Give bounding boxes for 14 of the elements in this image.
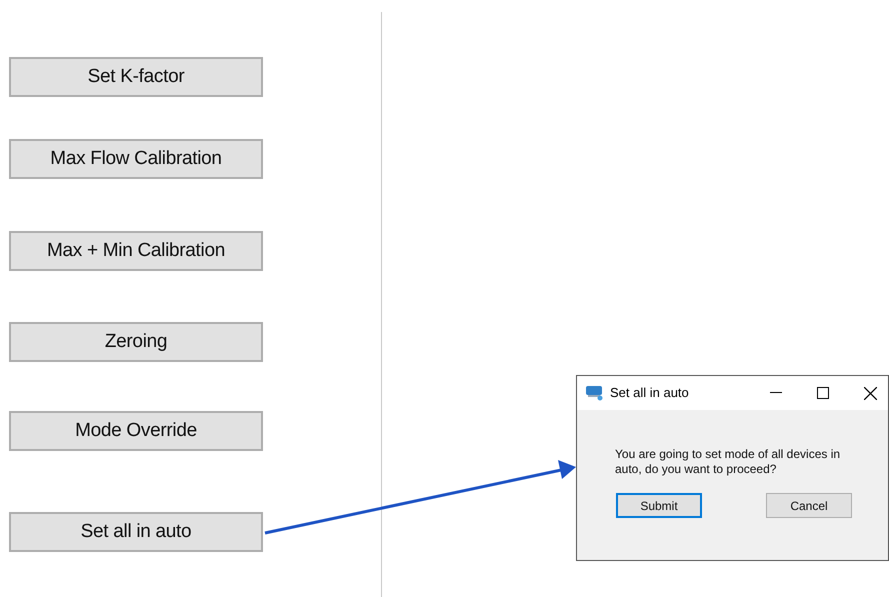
command-button[interactable]: Set all in auto [9, 512, 263, 552]
command-button[interactable]: Mode Override [9, 411, 263, 451]
command-button[interactable]: Zeroing [9, 322, 263, 362]
command-button[interactable]: Max + Min Calibration [9, 231, 263, 271]
close-icon[interactable] [864, 386, 877, 400]
app-icon [586, 385, 604, 401]
dialog-button[interactable]: Cancel [766, 493, 852, 518]
command-button[interactable]: Max Flow Calibration [9, 139, 263, 179]
dialog-title: Set all in auto [610, 384, 689, 402]
minimize-icon[interactable] [770, 392, 782, 394]
command-button[interactable]: Set K-factor [9, 57, 263, 97]
maximize-icon[interactable] [817, 387, 829, 399]
dialog-button[interactable]: Submit [616, 493, 702, 518]
dialog-message: You are going to set mode of all devices in auto, do you want to proceed? [615, 447, 842, 477]
